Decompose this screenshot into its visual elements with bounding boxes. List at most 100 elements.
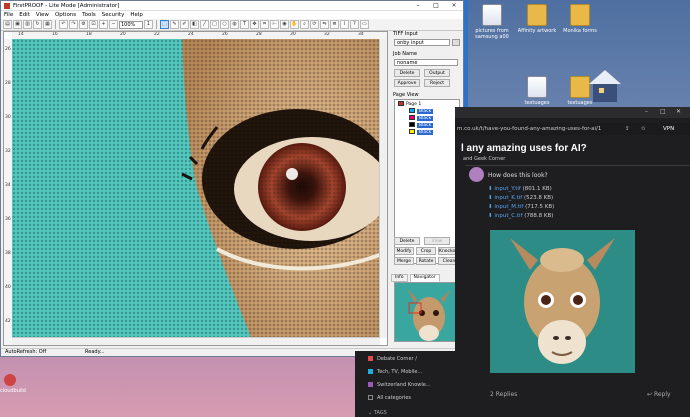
- topic-category[interactable]: and Geek Corner: [463, 156, 505, 162]
- replies-count[interactable]: 2 Replies: [490, 391, 517, 398]
- menu-security[interactable]: Security: [99, 12, 128, 18]
- settings-icon[interactable]: ⚙: [79, 20, 88, 29]
- reply-button[interactable]: ↩ Reply: [647, 391, 671, 398]
- rotate-tool-icon[interactable]: ⟳: [310, 20, 319, 29]
- zoom-select[interactable]: 100%: [119, 20, 143, 29]
- desktop-icon-monika[interactable]: Monika forms: [558, 4, 602, 34]
- pencil-tool-icon[interactable]: ✎: [170, 20, 179, 29]
- sidebar-cat-tech[interactable]: Tech, TV, Mobile...: [368, 369, 422, 375]
- download-icon: ⬇: [488, 195, 493, 201]
- zoom-out-icon[interactable]: −: [109, 20, 118, 29]
- delete-sep-button[interactable]: Delete: [394, 237, 420, 245]
- close-button[interactable]: ✕: [445, 2, 463, 9]
- tab-navigator[interactable]: Navigator: [409, 274, 440, 282]
- horizontal-scrollbar[interactable]: [12, 337, 380, 345]
- crop-button[interactable]: Crop: [416, 247, 436, 255]
- approve-button[interactable]: Approve: [394, 79, 420, 87]
- tags-label: ⌄ TAGS: [368, 410, 387, 416]
- minimize-icon[interactable]: –: [645, 108, 648, 115]
- sidebar-all-categories[interactable]: All categories: [368, 395, 411, 401]
- desktop-icon-textuages-1[interactable]: textuages: [515, 76, 559, 106]
- help-icon[interactable]: ?: [350, 20, 359, 29]
- tree-node-separation[interactable]: Black: [409, 129, 434, 135]
- image-canvas[interactable]: 14 16 18 20 22 24 26 28 30 32 34 26 28 3…: [3, 31, 388, 346]
- avatar[interactable]: [469, 167, 484, 182]
- bookmark-icon[interactable]: ✩: [641, 123, 646, 135]
- desktop-icon-affinity[interactable]: Affinity artwork: [515, 4, 559, 34]
- maximize-button[interactable]: □: [427, 2, 445, 9]
- brush-tool-icon[interactable]: ✐: [180, 20, 189, 29]
- menu-tools[interactable]: Tools: [79, 12, 99, 18]
- zoom-fit-icon[interactable]: ⊡: [89, 20, 98, 29]
- merge-button[interactable]: Merge: [394, 257, 414, 265]
- output-button[interactable]: Output: [424, 69, 450, 77]
- redo-icon[interactable]: ↷: [69, 20, 78, 29]
- modify-button[interactable]: Modify: [394, 247, 414, 255]
- select-tool-icon[interactable]: ⬚: [160, 20, 169, 29]
- load-icon[interactable]: [452, 39, 460, 46]
- ellipse-tool-icon[interactable]: ○: [220, 20, 229, 29]
- desktop-icon-label: Monika forms: [563, 28, 597, 34]
- reject-button[interactable]: Reject: [424, 79, 450, 87]
- rect-tool-icon[interactable]: □: [210, 20, 219, 29]
- color-picker-icon[interactable]: ◉: [280, 20, 289, 29]
- text-tool-icon[interactable]: T: [240, 20, 249, 29]
- vertical-scrollbar[interactable]: [379, 39, 387, 338]
- navigator-thumbnail[interactable]: [394, 282, 460, 342]
- vpn-badge[interactable]: VPN: [663, 123, 674, 135]
- move-tool-icon[interactable]: ✥: [250, 20, 259, 29]
- line-tool-icon[interactable]: ╱: [200, 20, 209, 29]
- firstproof-window: FirstPROOF - Lite Mode [Administrator] –…: [0, 0, 464, 357]
- eraser-tool-icon[interactable]: ◧: [190, 20, 199, 29]
- maximize-icon[interactable]: □: [660, 108, 666, 115]
- attachment-link[interactable]: ⬇ input_Y.tif (801.1 KB): [488, 186, 552, 192]
- delete-button[interactable]: Delete: [394, 69, 420, 77]
- minimize-button[interactable]: –: [409, 2, 427, 9]
- ruler-tick: 28: [5, 81, 11, 86]
- menu-file[interactable]: File: [1, 12, 16, 18]
- zoom-actual-icon[interactable]: 1: [144, 20, 153, 29]
- ruler-tick: 20: [120, 32, 126, 37]
- tree-node-page[interactable]: Page 1: [398, 101, 421, 107]
- undo-icon[interactable]: ↶: [59, 20, 68, 29]
- magnify-tool-icon[interactable]: ⌕: [300, 20, 309, 29]
- attachment-link[interactable]: ⬇ input_C.tif (788.8 KB): [488, 213, 553, 219]
- hand-tool-icon[interactable]: ✋: [290, 20, 299, 29]
- grid-icon[interactable]: ▦: [43, 20, 52, 29]
- tree-node-separation[interactable]: Black: [409, 108, 434, 114]
- save-icon[interactable]: ▣: [13, 20, 22, 29]
- share-icon[interactable]: ⇪: [625, 123, 630, 135]
- menu-options[interactable]: Options: [52, 12, 79, 18]
- measure-tool-icon[interactable]: ⊢: [270, 20, 279, 29]
- screen-icon[interactable]: ▭: [360, 20, 369, 29]
- post-image-llama[interactable]: [490, 230, 635, 373]
- flip-tool-icon[interactable]: ⇋: [320, 20, 329, 29]
- menu-view[interactable]: View: [33, 12, 52, 18]
- tiff-input-select[interactable]: onby input: [394, 39, 450, 46]
- crop-tool-icon[interactable]: ⌗: [260, 20, 269, 29]
- tree-node-separation[interactable]: Black: [409, 122, 434, 128]
- address-bar[interactable]: m.co.uk/t/have-you-found-any-amazing-use…: [455, 123, 690, 135]
- tab-info[interactable]: Info: [391, 274, 408, 282]
- fill-tool-icon[interactable]: ◍: [230, 20, 239, 29]
- attachment-link[interactable]: ⬇ input_K.tif (523.8 KB): [488, 195, 553, 201]
- sidebar-cat-debate[interactable]: Debate Corner /: [368, 356, 417, 362]
- zoom-in-icon[interactable]: +: [99, 20, 108, 29]
- open-icon[interactable]: ▤: [3, 20, 12, 29]
- job-name-field[interactable]: noname: [394, 59, 458, 66]
- view-button[interactable]: View: [424, 237, 450, 245]
- sidebar-cat-switzerland[interactable]: Switzerland Knowle...: [368, 382, 431, 388]
- menu-edit[interactable]: Edit: [16, 12, 33, 18]
- refresh-icon[interactable]: ↻: [33, 20, 42, 29]
- print-icon[interactable]: ▥: [23, 20, 32, 29]
- info-icon[interactable]: i: [340, 20, 349, 29]
- attachment-link[interactable]: ⬇ input_M.tif (717.5 KB): [488, 204, 554, 210]
- close-icon[interactable]: ✕: [676, 108, 681, 115]
- tree-node-separation[interactable]: Black: [409, 115, 434, 121]
- desktop-icon-cloudbuild[interactable]: cloudbuild: [0, 374, 26, 394]
- menu-help[interactable]: Help: [127, 12, 146, 18]
- desktop-icon-samsung[interactable]: pictures from samsung a00: [470, 4, 514, 40]
- rotate-button[interactable]: Rotate: [416, 257, 436, 265]
- layers-icon[interactable]: ≣: [330, 20, 339, 29]
- app-icon: [4, 374, 16, 386]
